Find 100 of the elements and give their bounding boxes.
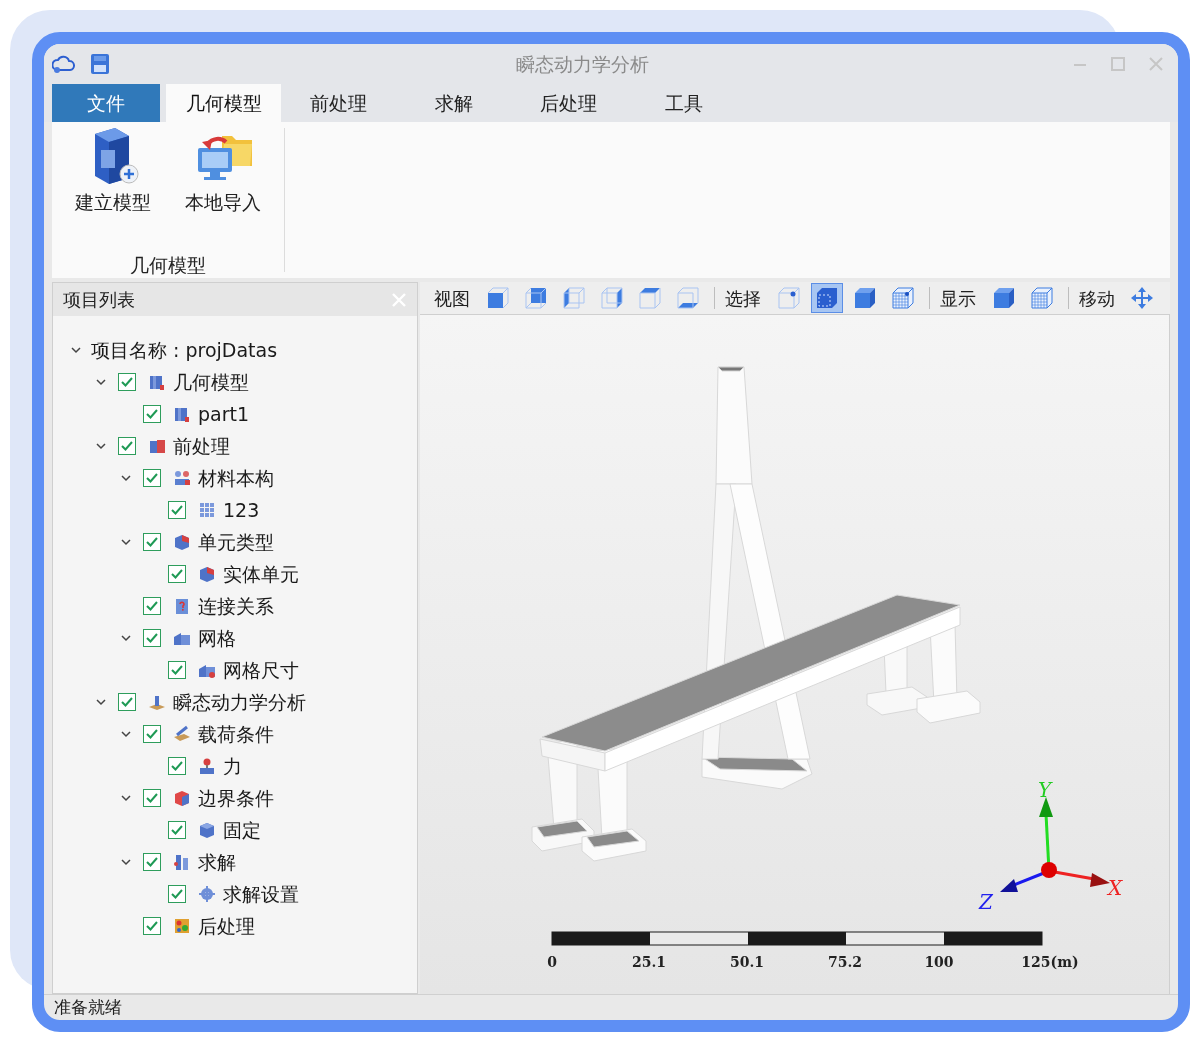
tree-item[interactable]: 瞬态动力学分析 — [173, 687, 306, 717]
plate-icon — [173, 725, 191, 743]
cube-icon — [198, 821, 216, 839]
toolbar-label: 选择 — [725, 286, 761, 311]
checkbox[interactable] — [118, 437, 136, 455]
cube-icon — [173, 533, 191, 551]
scale-label: 125(m) — [1021, 953, 1079, 972]
cube-face-icon — [675, 286, 701, 310]
scale-label: 50.1 — [729, 953, 765, 972]
tree-item[interactable]: 几何模型 — [173, 367, 249, 397]
checkbox[interactable] — [143, 917, 161, 935]
tree-item[interactable]: 载荷条件 — [198, 719, 274, 749]
tab[interactable]: 几何模型 — [166, 84, 281, 122]
checkbox[interactable] — [118, 693, 136, 711]
toolbar-label: 视图 — [434, 286, 470, 311]
checkbox[interactable] — [168, 821, 186, 839]
toolbar-button[interactable] — [811, 283, 843, 313]
checkbox[interactable] — [168, 565, 186, 583]
tree-item[interactable]: 连接关系 — [198, 591, 274, 621]
tree-item[interactable]: 123 — [223, 495, 260, 525]
panel-title: 项目列表 — [63, 288, 135, 312]
tab[interactable]: 文件 — [52, 84, 160, 122]
checkbox[interactable] — [168, 501, 186, 519]
checkbox[interactable] — [168, 757, 186, 775]
tree-item[interactable]: part1 — [198, 399, 250, 429]
checkbox[interactable] — [168, 661, 186, 679]
nodes-icon — [173, 469, 191, 487]
chevron-icon[interactable] — [121, 474, 131, 482]
ribbon-button[interactable]: 建立模型 — [60, 124, 166, 217]
checkbox[interactable] — [168, 885, 186, 903]
tree-item[interactable]: 网格尺寸 — [223, 655, 299, 685]
scale-label: 75.2 — [827, 953, 863, 972]
tree-item[interactable]: 实体单元 — [223, 559, 299, 589]
tree-item[interactable]: 材料本构 — [198, 463, 274, 493]
chevron-icon[interactable] — [121, 794, 131, 802]
tree-item[interactable]: 求解 — [198, 847, 236, 877]
cube-icon — [173, 789, 191, 807]
chevron-icon[interactable] — [121, 858, 131, 866]
checkbox[interactable] — [143, 853, 161, 871]
colored-cube-icon — [173, 917, 191, 935]
checkbox[interactable] — [143, 629, 161, 647]
cube-face-icon — [523, 286, 549, 310]
tree-item[interactable]: 固定 — [223, 815, 261, 845]
toolbar-label: 移动 — [1079, 286, 1115, 311]
tab[interactable]: 求解 — [396, 84, 511, 122]
scale-label: 100 — [924, 953, 954, 972]
ribbon-button[interactable]: 本地导入 — [170, 124, 276, 217]
tree-item[interactable]: 边界条件 — [198, 783, 274, 813]
mesh-cube-icon — [1029, 286, 1055, 310]
checkbox[interactable] — [143, 533, 161, 551]
tree-item[interactable]: 求解设置 — [223, 879, 299, 909]
blocks-icon — [148, 373, 166, 391]
x-axis-label: X — [1108, 876, 1123, 900]
cloud-icon[interactable] — [52, 53, 76, 75]
chevron-icon[interactable] — [121, 538, 131, 546]
cube-face-icon — [561, 286, 587, 310]
cube-face-icon — [485, 286, 511, 310]
ribbon-group-label: 几何模型 — [130, 252, 206, 278]
solid-cube-icon — [991, 286, 1017, 310]
tree-item[interactable]: 前处理 — [173, 431, 230, 461]
chevron-icon[interactable] — [96, 378, 106, 386]
checkbox[interactable] — [143, 405, 161, 423]
scale-label: 0 — [547, 953, 557, 972]
z-axis-label: Z — [979, 890, 993, 914]
status-text: 准备就绪 — [54, 995, 122, 1019]
force-icon — [198, 757, 216, 775]
y-axis-label: Y — [1038, 778, 1052, 802]
cube-point-icon — [776, 286, 802, 310]
cube-face-icon — [637, 286, 663, 310]
blocks-icon — [173, 405, 191, 423]
gear-icon — [198, 885, 216, 903]
cube-icon — [198, 565, 216, 583]
window-title: 瞬态动力学分析 — [516, 51, 649, 77]
checkbox[interactable] — [118, 373, 136, 391]
cube-face-icon — [599, 286, 625, 310]
stand-icon — [148, 693, 166, 711]
tree-item[interactable]: 单元类型 — [198, 527, 274, 557]
tab[interactable]: 后处理 — [511, 84, 626, 122]
tree-item[interactable]: 项目名称 : projDatas — [91, 335, 278, 365]
chevron-icon[interactable] — [121, 730, 131, 738]
solid-cube-icon — [852, 286, 878, 310]
question-block-icon — [173, 597, 191, 615]
blocks-icon — [148, 437, 166, 455]
tree-item[interactable]: 力 — [223, 751, 242, 781]
checkbox[interactable] — [143, 789, 161, 807]
columns-icon — [173, 853, 191, 871]
tree-item[interactable]: 后处理 — [198, 911, 255, 941]
chevron-icon[interactable] — [121, 634, 131, 642]
tab[interactable]: 前处理 — [281, 84, 396, 122]
tree-item[interactable]: 网格 — [198, 623, 236, 653]
checkbox[interactable] — [143, 469, 161, 487]
checkbox[interactable] — [143, 725, 161, 743]
save-icon[interactable] — [90, 53, 110, 75]
tab[interactable]: 工具 — [626, 84, 741, 122]
chevron-icon[interactable] — [71, 346, 81, 354]
toolbar-label: 显示 — [940, 286, 976, 311]
chevron-icon[interactable] — [96, 698, 106, 706]
cube-selection-icon — [814, 286, 840, 310]
checkbox[interactable] — [143, 597, 161, 615]
chevron-icon[interactable] — [96, 442, 106, 450]
